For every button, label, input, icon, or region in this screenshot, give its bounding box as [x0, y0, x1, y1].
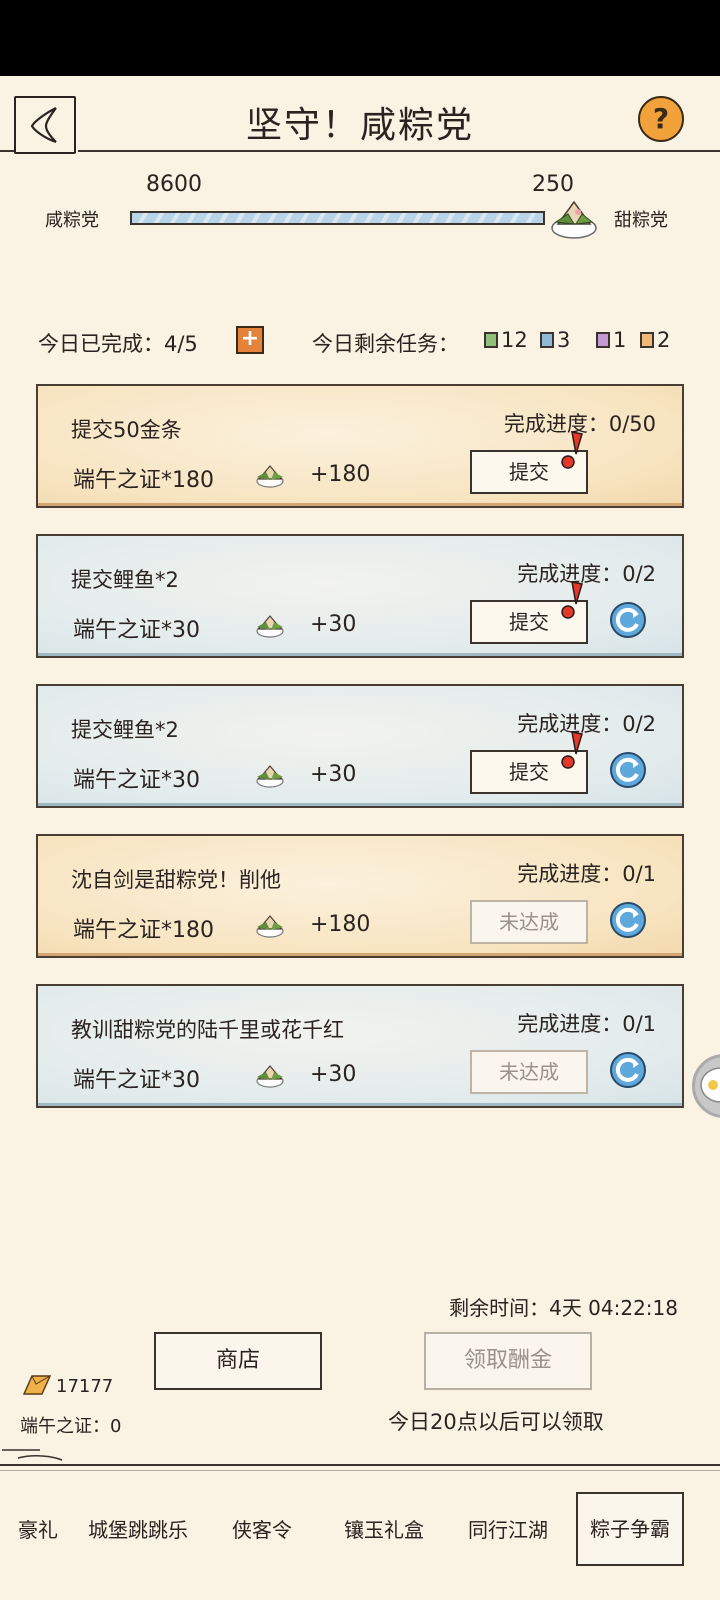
task-name: 提交鲤鱼*2 [71, 568, 179, 592]
salty-score: 8600 [146, 172, 202, 197]
task-color-icon [640, 332, 654, 348]
task-progress: 完成进度：0/1 [517, 1012, 656, 1036]
alert-icon [561, 581, 583, 619]
ink-swirl-icon [2, 1449, 63, 1461]
daily-completed: 今日已完成：4/5 [38, 332, 198, 356]
claim-note: 今日20点以后可以领取 [388, 1410, 604, 1434]
task-name: 教训甜粽党的陆千里或花千红 [71, 1018, 344, 1042]
zongzi-emblem-icon [551, 200, 597, 239]
claim-reward-button[interactable]: 领取酬金 [424, 1332, 592, 1390]
header-divider [0, 150, 14, 152]
tab-6[interactable]: 粽子争霸 [576, 1492, 684, 1566]
task-score-bonus: +30 [310, 762, 357, 787]
task-card: 提交50金条 完成进度：0/50 端午之证*180 +180 提交 [36, 384, 684, 508]
time-remaining: 剩余时间：4天 04:22:18 [449, 1296, 678, 1320]
alert-icon [561, 731, 583, 769]
refresh-icon[interactable] [608, 600, 648, 640]
task-name: 提交50金条 [71, 418, 182, 442]
tab-2[interactable]: 城堡跳跳乐 [88, 1514, 188, 1543]
bottom-tab-bar: 豪礼 城堡跳跳乐 侠客令 镶玉礼盒 同行江湖 粽子争霸 [0, 1484, 720, 1566]
certificate-count: 端午之证：0 [20, 1416, 122, 1437]
header: 坚守！咸粽党 ? [0, 76, 720, 166]
task-score-bonus: +30 [310, 612, 357, 637]
controller-icon [700, 1067, 720, 1103]
floating-game-icon[interactable] [692, 1054, 720, 1118]
help-button[interactable]: ? [638, 96, 684, 142]
bottom-divider [0, 1464, 720, 1466]
zongzi-icon [256, 1065, 284, 1088]
remaining-count-4: 2 [640, 328, 670, 352]
task-reward: 端午之证*180 [73, 468, 214, 493]
bottom-divider [0, 1470, 720, 1471]
remaining-count-3: 1 [596, 328, 626, 352]
task-card: 提交鲤鱼*2 完成进度：0/2 端午之证*30 +30 提交 [36, 534, 684, 658]
zongzi-icon [256, 465, 284, 488]
status-bar [0, 0, 720, 76]
refresh-icon[interactable] [608, 750, 648, 790]
task-color-icon [540, 332, 554, 348]
task-score-bonus: +180 [310, 912, 371, 937]
task-color-icon [484, 332, 498, 348]
zongzi-icon [256, 915, 284, 938]
refresh-icon[interactable] [608, 900, 648, 940]
add-icon[interactable]: + [236, 326, 264, 354]
task-progress: 完成进度：0/1 [517, 862, 656, 886]
remaining-count-value: 2 [657, 328, 671, 352]
task-color-icon [596, 332, 610, 348]
tab-4[interactable]: 镶玉礼盒 [344, 1514, 424, 1543]
task-card: 沈自剑是甜粽党！削他 完成进度：0/1 端午之证*180 +180 未达成 [36, 834, 684, 958]
zongzi-icon [256, 765, 284, 788]
task-reward: 端午之证*30 [73, 618, 200, 643]
task-score-bonus: +30 [310, 1062, 357, 1087]
task-reward: 端午之证*180 [73, 918, 214, 943]
remaining-count-1: 12 [484, 328, 528, 352]
alert-icon [561, 431, 583, 469]
gold-bar-icon [22, 1375, 52, 1395]
tab-1[interactable]: 豪礼 [18, 1514, 58, 1543]
tab-3[interactable]: 侠客令 [232, 1514, 292, 1543]
task-card: 提交鲤鱼*2 完成进度：0/2 端午之证*30 +30 提交 [36, 684, 684, 808]
gold-count: 17177 [56, 1376, 114, 1397]
remaining-count-value: 1 [613, 328, 627, 352]
versus-progress-bar [130, 211, 546, 225]
task-score-bonus: +180 [310, 462, 371, 487]
shop-button[interactable]: 商店 [154, 1332, 322, 1390]
refresh-icon[interactable] [608, 1050, 648, 1090]
not-achieved-button[interactable]: 未达成 [470, 1050, 588, 1094]
remaining-count-2: 3 [540, 328, 570, 352]
sweet-team-label: 甜粽党 [614, 210, 668, 231]
salty-team-label: 咸粽党 [45, 210, 99, 231]
zongzi-icon [256, 615, 284, 638]
tab-5[interactable]: 同行江湖 [468, 1514, 548, 1543]
header-divider [78, 150, 720, 152]
remaining-count-value: 12 [501, 328, 528, 352]
task-card: 教训甜粽党的陆千里或花千红 完成进度：0/1 端午之证*30 +30 未达成 [36, 984, 684, 1108]
task-reward: 端午之证*30 [73, 768, 200, 793]
not-achieved-button[interactable]: 未达成 [470, 900, 588, 944]
remaining-count-value: 3 [557, 328, 571, 352]
remaining-tasks-label: 今日剩余任务： [312, 332, 459, 356]
task-reward: 端午之证*30 [73, 1068, 200, 1093]
task-name: 提交鲤鱼*2 [71, 718, 179, 742]
page-title: 坚守！咸粽党 [245, 105, 474, 146]
task-name: 沈自剑是甜粽党！削他 [71, 868, 281, 892]
